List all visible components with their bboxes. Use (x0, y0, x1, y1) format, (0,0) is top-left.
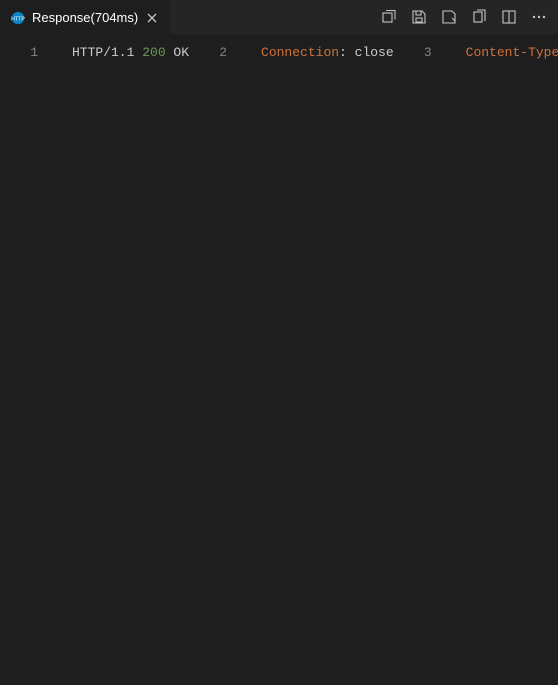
fold-toggle (56, 41, 72, 64)
save-as-icon[interactable] (440, 8, 458, 26)
save-icon[interactable] (410, 8, 428, 26)
svg-text:HTTP: HTTP (11, 16, 25, 22)
line-content: Connection: close (261, 41, 394, 64)
line-content: HTTP/1.1 200 OK (72, 41, 189, 64)
line-number: 2 (189, 41, 245, 64)
save-all-icon[interactable] (380, 8, 398, 26)
line-content: Content-Type: application/json (466, 41, 558, 64)
tab-label: Response(704ms) (32, 10, 138, 25)
more-icon[interactable] (530, 8, 548, 26)
close-icon[interactable] (144, 10, 160, 26)
tab-actions (380, 8, 558, 26)
tab-bar: HTTP Response(704ms) (0, 0, 558, 35)
code-line: 1 HTTP/1.1 200 OK (0, 41, 189, 64)
line-number: 1 (0, 41, 56, 64)
copy-icon[interactable] (470, 8, 488, 26)
fold-toggle (450, 41, 466, 64)
http-file-icon: HTTP (10, 10, 26, 26)
fold-toggle (245, 41, 261, 64)
code-line: 2 Connection: close (189, 41, 394, 64)
code-line: 3 Content-Type: application/json (394, 41, 558, 64)
split-editor-icon[interactable] (500, 8, 518, 26)
tab-response[interactable]: HTTP Response(704ms) (0, 0, 170, 34)
line-number: 3 (394, 41, 450, 64)
editor[interactable]: 1 HTTP/1.1 200 OK2 Connection: close3 Conte… (0, 35, 558, 64)
